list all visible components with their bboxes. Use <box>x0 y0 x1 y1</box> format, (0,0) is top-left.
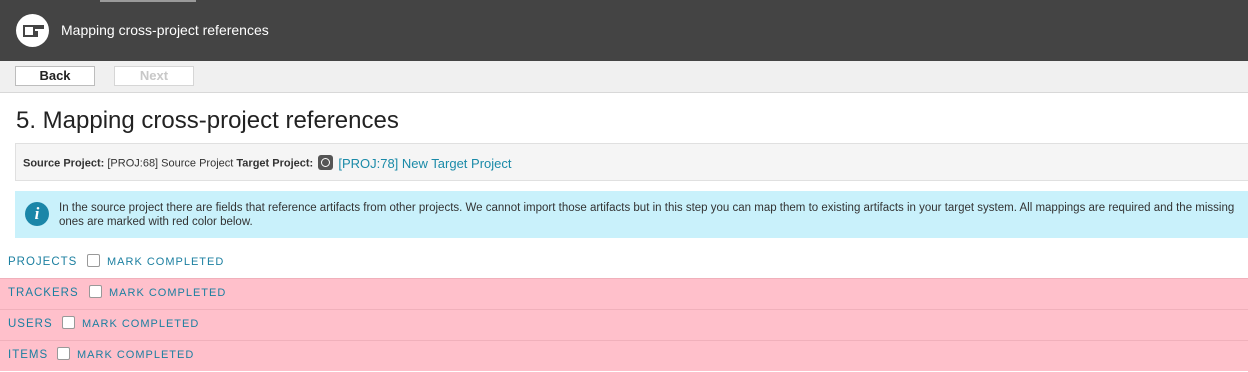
section-label[interactable]: TRACKERS <box>8 287 79 299</box>
info-icon: i <box>25 202 49 226</box>
section-label[interactable]: USERS <box>8 318 53 330</box>
mark-completed-checkbox[interactable] <box>57 347 70 360</box>
mark-completed-link[interactable]: MARK COMPLETED <box>77 349 194 361</box>
section-row-trackers: TRACKERS MARK COMPLETED <box>0 278 1248 309</box>
app-title: Mapping cross-project references <box>61 22 269 38</box>
back-button[interactable]: Back <box>15 66 95 86</box>
section-label[interactable]: PROJECTS <box>8 256 77 268</box>
mark-completed-checkbox[interactable] <box>89 285 102 298</box>
section-row-items: ITEMS MARK COMPLETED <box>0 340 1248 371</box>
mark-completed-link[interactable]: MARK COMPLETED <box>107 256 224 268</box>
target-project-icon <box>318 155 334 170</box>
wizard-toolbar: Back Next <box>0 61 1248 93</box>
next-button[interactable]: Next <box>114 66 194 86</box>
target-project-link[interactable]: [PROJ:78] New Target Project <box>338 156 511 171</box>
target-project-label: Target Project: <box>236 157 314 170</box>
page-title: 5. Mapping cross-project references <box>16 107 399 134</box>
header-accent <box>100 0 196 2</box>
source-project-value: [PROJ:68] Source Project <box>107 157 234 170</box>
section-row-users: USERS MARK COMPLETED <box>0 309 1248 340</box>
section-row-projects: PROJECTS MARK COMPLETED <box>0 248 1248 278</box>
mark-completed-checkbox[interactable] <box>87 254 100 267</box>
mark-completed-link[interactable]: MARK COMPLETED <box>82 318 199 330</box>
project-bar: Source Project: [PROJ:68] Source Project… <box>15 143 1248 181</box>
info-text: In the source project there are fields t… <box>59 202 1235 228</box>
section-label[interactable]: ITEMS <box>8 349 48 361</box>
openproject-logo-icon <box>16 14 49 47</box>
info-box: i In the source project there are fields… <box>15 191 1248 238</box>
mark-completed-link[interactable]: MARK COMPLETED <box>109 287 226 299</box>
source-project-label: Source Project: <box>23 157 105 170</box>
mark-completed-checkbox[interactable] <box>62 316 75 329</box>
app-header: Mapping cross-project references <box>0 0 1248 61</box>
